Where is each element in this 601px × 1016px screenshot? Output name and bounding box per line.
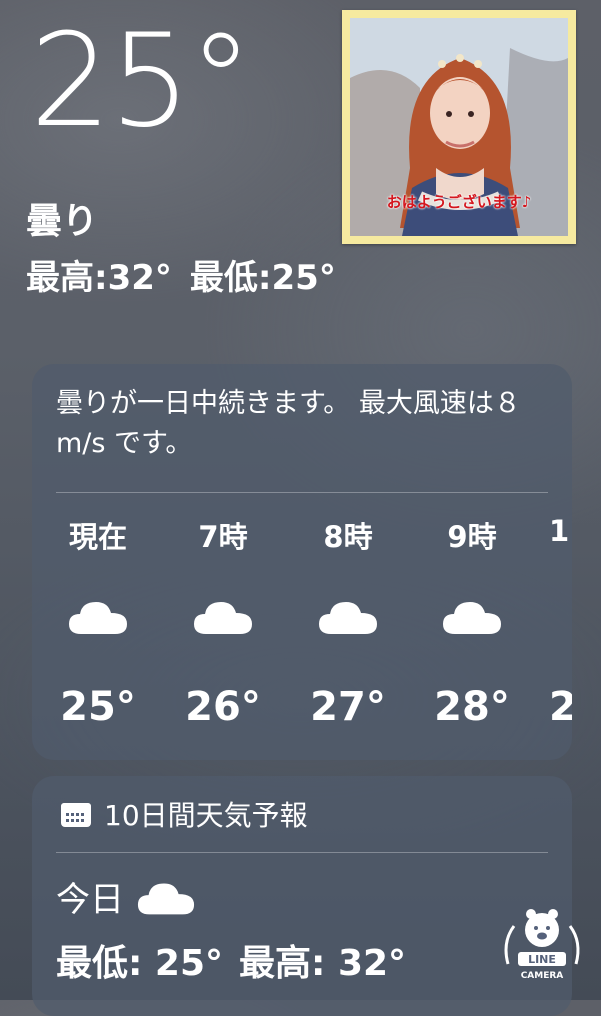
watermark-line2: CAMERA [521, 971, 564, 981]
hour-label: 1 [549, 514, 570, 548]
hour-label: 9時 [447, 520, 497, 554]
hour-label: 7時 [198, 520, 248, 554]
hour-temp: 27° [310, 684, 386, 730]
ten-day-forecast-card[interactable]: 10日間天気予報 今日 最低: 25° 最高: 32° [32, 776, 572, 1016]
hour-label: 8時 [323, 520, 373, 554]
hour-label: 現在 [68, 520, 127, 554]
current-high-low: 最高:32° 最低:25° [26, 250, 336, 299]
cloud-icon [137, 882, 195, 914]
line-camera-watermark: LINE CAMERA [504, 909, 580, 981]
ten-day-header: 10日間天気予報 [60, 794, 308, 834]
day-temperature-range: 最低: 25° 最高: 32° [56, 934, 406, 986]
forecast-divider [56, 492, 548, 493]
current-condition: 曇り [26, 201, 99, 242]
daily-divider [56, 852, 548, 853]
cloud-icon [194, 602, 252, 634]
ten-day-title: 10日間天気予報 [104, 799, 308, 832]
sticker-caption: おはようございます♪ [386, 193, 532, 211]
day-high: 最高: 32° [239, 943, 407, 984]
hourly-forecast-card[interactable]: 曇りが一日中続きます。 最大風速は８ m/s です。 現在 25° 7時 26°… [32, 364, 572, 760]
cloud-icon [443, 602, 501, 634]
watermark-line1: LINE [528, 953, 556, 966]
day-row-today[interactable]: 今日 [56, 872, 196, 921]
day-label: 今日 [56, 880, 124, 920]
sticker-photo: おはようございます♪ [350, 18, 568, 236]
hour-temp: 25° [60, 684, 136, 730]
forecast-summary: 曇りが一日中続きます。 最大風速は８ m/s です。 [56, 388, 521, 459]
day-low: 最低: 25° [56, 943, 224, 984]
current-low: 最低:25° [189, 258, 336, 298]
hour-temp: 2 [549, 684, 572, 730]
cloud-icon [319, 602, 377, 634]
calendar-icon [61, 803, 91, 827]
cloud-icon [69, 602, 127, 634]
weather-screen: { "current": { "temperature": "25°", "co… [0, 0, 601, 1016]
hour-temp: 28° [434, 684, 510, 730]
photo-sticker[interactable]: おはようございます♪ [342, 10, 576, 244]
current-high: 最高:32° [26, 258, 172, 298]
current-temperature: 25° [30, 7, 253, 156]
hour-temp: 26° [185, 684, 261, 730]
